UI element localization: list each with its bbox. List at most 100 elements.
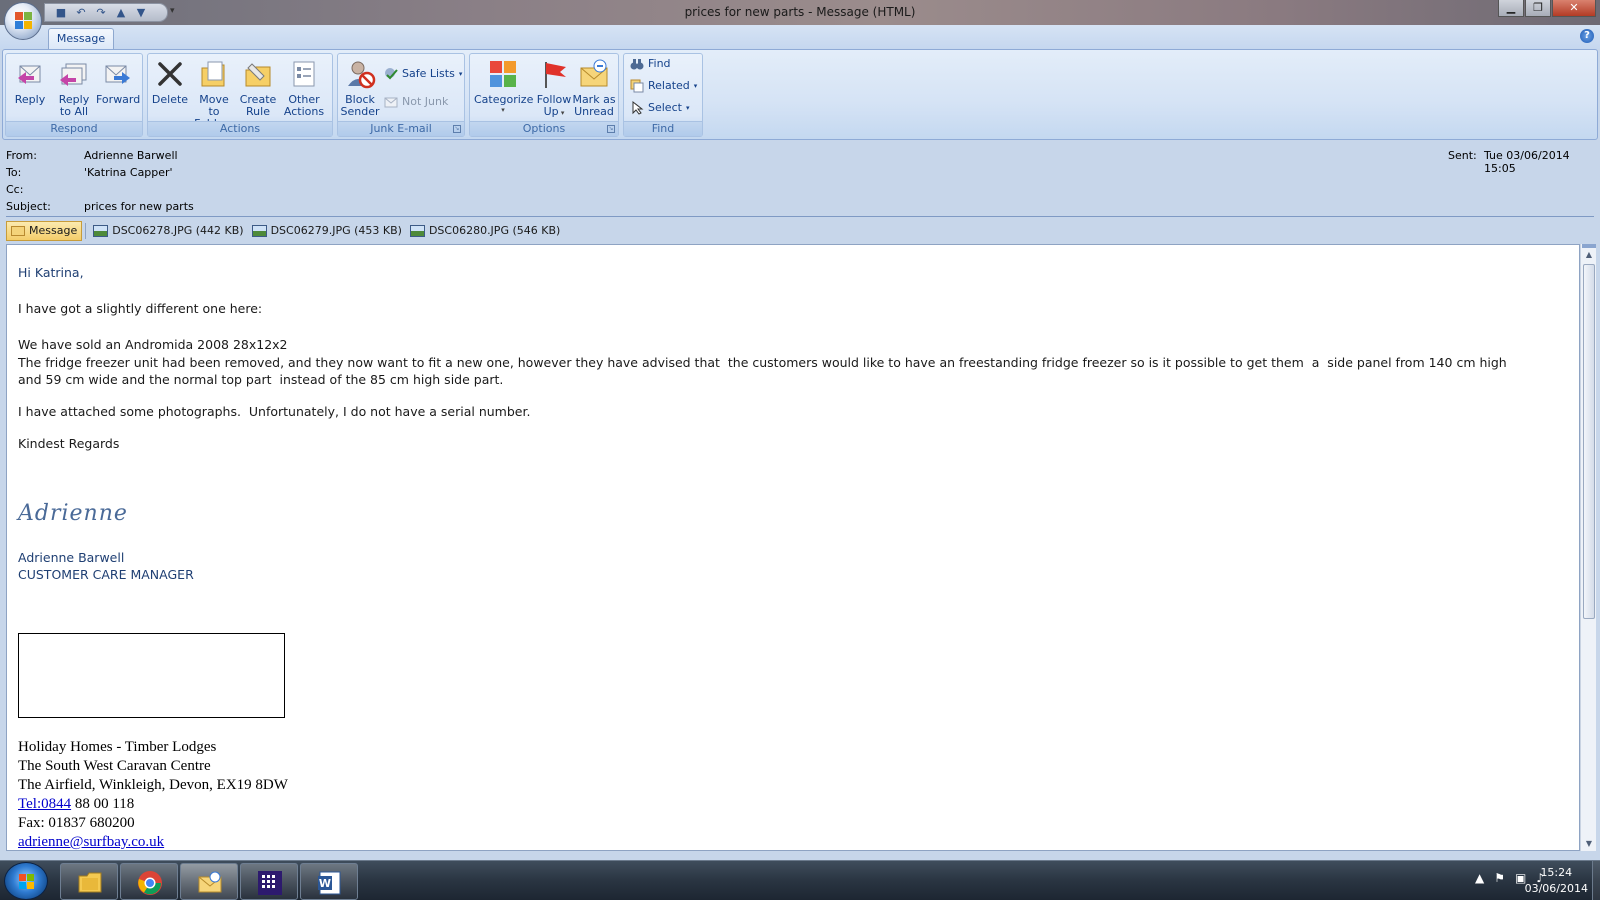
group-label-actions: Actions	[148, 121, 332, 136]
create-rule-icon	[242, 58, 274, 90]
safe-lists-dropdown-icon: ▾	[458, 70, 463, 78]
tab-message[interactable]: Message	[48, 28, 114, 49]
taskbar-outlook[interactable]	[180, 863, 238, 900]
create-rule-button[interactable]: Create Rule	[236, 58, 280, 118]
options-launcher-icon[interactable]: ↘	[607, 125, 615, 133]
other-actions-button[interactable]: Other Actions ▾	[282, 58, 326, 130]
clock-time: 15:24	[1540, 866, 1573, 879]
scroll-down-icon[interactable]: ▼	[1581, 837, 1597, 851]
group-label-find: Find	[624, 121, 702, 136]
to-label: To:	[6, 166, 22, 179]
binoculars-icon	[630, 57, 644, 71]
related-button[interactable]: Related ▾	[630, 76, 697, 96]
close-button[interactable]: ✕	[1552, 0, 1596, 17]
message-header: From: Adrienne Barwell To: 'Katrina Capp…	[0, 141, 1600, 215]
reply-button[interactable]: Reply	[8, 58, 52, 106]
show-desktop-button[interactable]	[1592, 861, 1600, 900]
header-divider	[6, 216, 1594, 217]
from-value[interactable]: Adrienne Barwell	[84, 149, 178, 162]
ribbon-tab-strip: Message ?	[0, 25, 1600, 49]
delete-icon	[154, 58, 186, 90]
image-file-icon	[93, 225, 109, 237]
attachment-item[interactable]: DSC06278.JPG (442 KB)	[89, 221, 247, 241]
reply-icon	[14, 58, 46, 90]
mark-as-unread-button[interactable]: Mark as Unread	[572, 58, 616, 118]
block-label-2: Sender	[340, 105, 380, 118]
greeting: Hi Katrina,	[18, 265, 84, 280]
find-label: Find	[648, 57, 671, 70]
safe-lists-button[interactable]: Safe Lists ▾	[384, 64, 462, 84]
not-junk-icon	[384, 95, 398, 109]
scrollbar-thumb[interactable]	[1583, 264, 1595, 619]
forward-button[interactable]: Forward	[96, 58, 140, 106]
scroll-up-icon[interactable]: ▲	[1581, 248, 1597, 262]
taskbar: W ▲ ⚑ ▣ ♪ 15:24 03/06/2014	[0, 860, 1600, 900]
clock[interactable]: 15:24 03/06/2014	[1525, 865, 1588, 897]
find-button[interactable]: Find	[630, 54, 671, 74]
attachment-item[interactable]: DSC06279.JPG (453 KB)	[248, 221, 406, 241]
signature-script: Adrienne	[18, 501, 128, 526]
show-hidden-icons-icon[interactable]: ▲	[1475, 871, 1484, 885]
move-to-folder-button[interactable]: Move to Folder ▾	[192, 58, 236, 130]
group-label-junk-email: Junk E-mail	[338, 121, 464, 136]
mark-unread-icon	[578, 58, 610, 90]
attachment-name: DSC06280.JPG (546 KB)	[428, 224, 561, 237]
attachment-name: DSC06278.JPG (442 KB)	[112, 224, 244, 237]
select-dropdown-icon: ▾	[685, 104, 690, 112]
taskbar-word[interactable]: W	[300, 863, 358, 900]
maximize-button[interactable]: ❐	[1525, 0, 1551, 17]
related-icon	[630, 79, 644, 93]
group-label-options: Options	[470, 121, 618, 136]
tel-link[interactable]: Tel:0844	[18, 796, 71, 812]
signature-name: Adrienne Barwell	[18, 550, 125, 565]
junk-options-launcher-icon[interactable]: ↘	[453, 125, 461, 133]
email-link[interactable]: adrienne@surfbay.co.uk	[18, 834, 164, 850]
minimize-button[interactable]: ▁	[1498, 0, 1524, 17]
categorize-button[interactable]: Categorize ▾	[474, 58, 534, 114]
word-icon: W	[318, 871, 341, 895]
group-find: Find Related ▾ Select ▾ Find	[623, 53, 703, 137]
grid-app-icon	[258, 871, 282, 895]
create-rule-label-2: Rule	[246, 105, 270, 118]
taskbar-app[interactable]	[240, 863, 298, 900]
block-sender-icon	[344, 58, 376, 90]
categorize-dropdown-icon: ▾	[501, 106, 505, 114]
vertical-scrollbar[interactable]: ▲ ▼	[1580, 244, 1596, 851]
follow-up-button[interactable]: Follow Up ▾	[532, 58, 576, 118]
other-actions-icon	[288, 58, 320, 90]
not-junk-button[interactable]: Not Junk	[384, 92, 448, 112]
clock-date: 03/06/2014	[1524, 882, 1588, 895]
office-button[interactable]	[4, 2, 42, 40]
subject-label: Subject:	[6, 200, 51, 213]
image-file-icon	[409, 225, 425, 237]
group-label-respond: Respond	[6, 121, 142, 136]
select-label: Select	[648, 101, 682, 114]
categorize-label: Categorize	[474, 93, 534, 106]
flag-icon	[538, 58, 570, 90]
help-icon[interactable]: ?	[1580, 29, 1594, 43]
taskbar-chrome[interactable]	[120, 863, 178, 900]
delete-button[interactable]: Delete	[148, 58, 192, 106]
action-center-flag-icon[interactable]: ⚑	[1494, 871, 1505, 885]
group-actions: Delete Move to Folder ▾ Create Rule Othe…	[147, 53, 333, 137]
group-respond: Reply Reply to All Forward Respond	[5, 53, 143, 137]
attachment-item[interactable]: DSC06280.JPG (546 KB)	[406, 221, 564, 241]
reply-all-button[interactable]: Reply to All	[52, 58, 96, 118]
follow-up-label-2: Up	[543, 105, 559, 118]
block-sender-button[interactable]: Block Sender	[338, 58, 382, 118]
message-body[interactable]: Hi Katrina, I have got a slightly differ…	[6, 244, 1580, 851]
address-line: The Airfield, Winkleigh, Devon, EX19 8DW	[18, 777, 288, 793]
taskbar-explorer[interactable]	[60, 863, 118, 900]
office-logo-icon	[15, 12, 33, 30]
to-value[interactable]: 'Katrina Capper'	[84, 166, 173, 179]
attachment-divider	[85, 223, 87, 239]
select-button[interactable]: Select ▾	[630, 98, 689, 118]
start-button[interactable]	[4, 862, 48, 900]
related-dropdown-icon: ▾	[693, 82, 698, 90]
group-junk-email: Block Sender Safe Lists ▾ Not Junk Junk E…	[337, 53, 465, 137]
image-file-icon	[251, 225, 267, 237]
attachment-bar: Message DSC06278.JPG (442 KB) DSC06279.J…	[6, 221, 564, 241]
envelope-icon	[11, 226, 25, 236]
body-line: We have sold an Andromida 2008 28x12x2	[18, 337, 288, 352]
message-attachment-tab[interactable]: Message	[6, 221, 83, 241]
